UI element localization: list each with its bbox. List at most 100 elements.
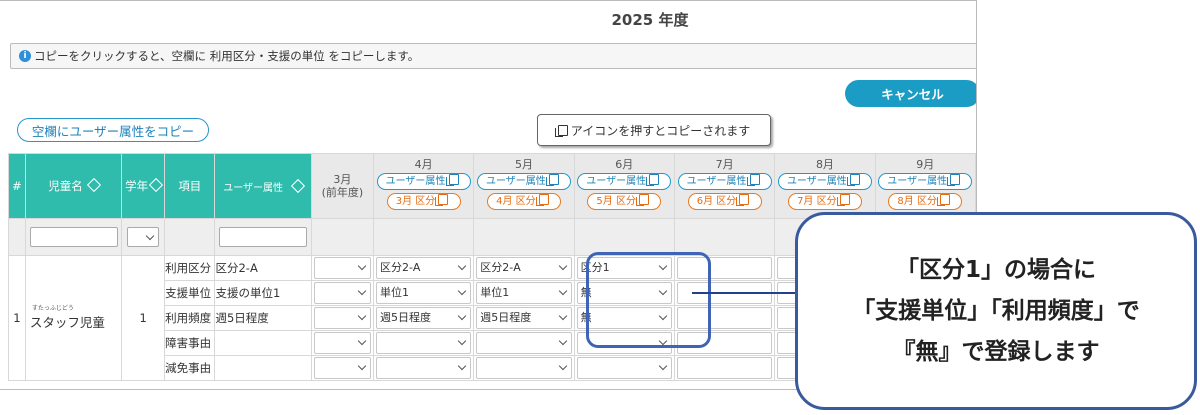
copy-user-attr-pill[interactable]: ユーザー属性 [677,173,772,190]
user-attr-value: 区分2-A [214,255,312,281]
user-attr-value [214,330,312,356]
chevron-down-icon [357,311,367,321]
month-select[interactable] [375,332,472,354]
info-icon: i [19,50,31,62]
month-label: 9月 [916,158,935,171]
callout-line: 『無』で登録します [892,338,1100,365]
chevron-down-icon [357,261,367,271]
page-title: 2025 年度 [611,11,689,29]
col-header-child-name[interactable]: 児童名 [24,153,123,219]
copy-kubun-pill[interactable]: 5月 区分 [587,193,662,210]
prev-month-select[interactable] [313,282,371,304]
copy-kubun-pill[interactable]: 4月 区分 [486,193,561,210]
prev-month-note: (前年度) [321,186,364,199]
copy-user-attr-pill[interactable]: ユーザー属性 [376,173,471,190]
month-select[interactable]: 単位1 [476,282,572,304]
col-header-month: 9月 ユーザー属性 8月 区分 [874,153,976,219]
copy-icon [646,174,660,186]
prev-month-select[interactable] [313,357,371,379]
child-name-filter-input[interactable] [29,227,118,247]
child-name-ruby: すたっふじどう [31,305,74,312]
chevron-down-icon [558,336,567,346]
callout-bubble: 「区分1」の場合に 「支援単位」「利用頻度」で 『無』で登録します [795,212,1197,410]
item-label: 支援単位 [164,280,216,306]
copy-user-attr-pill[interactable]: ユーザー属性 [777,173,872,190]
col-header-month: 8月 ユーザー属性 7月 区分 [774,153,876,219]
chevron-down-icon [458,286,467,296]
sort-icon[interactable] [149,177,164,193]
chevron-down-icon [558,311,567,321]
child-name: スタッフ児童 [29,315,105,330]
callout-line: 「区分1」の場合に [895,256,1096,283]
prev-month-select[interactable] [313,307,371,329]
prev-month-label: 3月 [333,173,352,186]
cancel-button[interactable]: キャンセル [845,80,976,107]
chevron-down-icon [658,361,668,371]
chevron-down-icon [458,261,467,271]
sort-icon[interactable] [86,177,101,193]
copy-icon [947,174,961,186]
month-select[interactable]: 区分2-A [476,257,572,279]
copy-user-attr-button[interactable]: 空欄にユーザー属性をコピー [17,118,209,142]
copy-icon [535,194,549,206]
user-attr-filter-input[interactable] [219,227,308,247]
month-label: 6月 [615,158,634,171]
chevron-down-icon [458,336,467,346]
col-header-grade[interactable]: 学年 [121,153,166,219]
month-select[interactable] [576,357,672,379]
month-select[interactable] [676,357,773,379]
chevron-down-icon [558,361,567,371]
user-attr-value: 支援の単位1 [214,280,312,306]
copy-icon [445,174,459,186]
col-header-user-attr[interactable]: ユーザー属性 [214,153,312,219]
month-select[interactable] [476,357,572,379]
tooltip-text: アイコンを押すとコピーされます [570,123,751,138]
copy-user-attr-pill[interactable]: ユーザー属性 [476,173,571,190]
copy-user-attr-pill[interactable]: ユーザー属性 [878,173,973,190]
col-header-month: 4月 ユーザー属性 3月 区分 [372,153,475,219]
copy-icon [836,194,850,206]
chevron-down-icon [458,311,467,321]
col-header-child-name-label: 児童名 [48,179,83,193]
copy-icon [736,194,750,206]
prev-month-select[interactable] [313,332,371,354]
info-text: コピーをクリックすると、空欄に 利用区分・支援の単位 をコピーします。 [34,49,420,63]
chevron-down-icon [145,231,155,241]
chevron-down-icon [357,336,367,346]
month-select[interactable]: 週5日程度 [375,307,472,329]
callout-pointer [692,292,802,294]
copy-kubun-pill[interactable]: 7月 区分 [787,193,862,210]
month-label: 5月 [514,158,533,171]
item-label: 障害事由 [164,330,216,356]
month-select[interactable] [476,332,572,354]
month-select[interactable] [375,357,472,379]
chevron-down-icon [558,261,567,271]
copy-kubun-pill[interactable]: 6月 区分 [687,193,762,210]
user-attr-value: 週5日程度 [214,305,312,331]
month-label: 8月 [815,158,834,171]
col-header-prev-month: 3月 (前年度) [310,153,374,219]
item-label: 利用頻度 [164,305,216,331]
col-header-month: 5月 ユーザー属性 4月 区分 [473,153,575,219]
copy-icon [846,174,860,186]
month-select[interactable]: 単位1 [375,282,472,304]
grade-filter-select[interactable] [127,227,160,247]
month-label: 4月 [414,158,433,171]
prev-month-select[interactable] [313,257,371,279]
copy-icon [746,174,760,186]
item-label: 利用区分 [164,255,216,281]
copy-kubun-pill[interactable]: 8月 区分 [888,193,963,210]
child-name-cell: すたっふじどう スタッフ児童 [24,255,123,381]
col-header-month: 7月 ユーザー属性 6月 区分 [673,153,776,219]
callout-line: 「支援単位」「利用頻度」で [852,297,1140,324]
month-select[interactable]: 週5日程度 [476,307,572,329]
copy-user-attr-pill[interactable]: ユーザー属性 [577,173,672,190]
month-select[interactable]: 区分2-A [375,257,472,279]
month-label: 7月 [715,158,734,171]
user-attr-value [214,355,312,381]
copy-kubun-pill[interactable]: 3月 区分 [386,193,461,210]
chevron-down-icon [357,286,367,296]
chevron-down-icon [357,361,367,371]
col-header-num: # [8,153,26,219]
sort-icon[interactable] [290,178,306,193]
